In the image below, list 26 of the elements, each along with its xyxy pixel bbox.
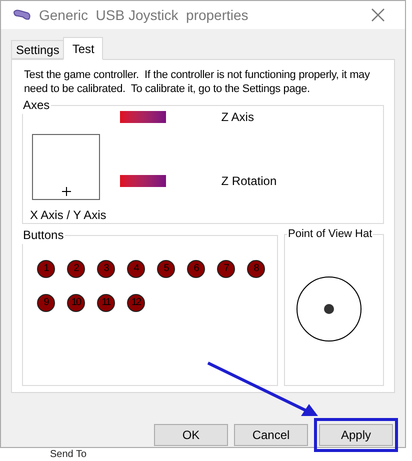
dialog-button[interactable]: Apply: [319, 424, 393, 446]
group-title: Point of View Hat: [287, 227, 374, 242]
axis-label: Z Rotation: [221, 173, 277, 190]
group-title: Axes: [22, 97, 51, 114]
button-indicator: 8: [247, 260, 265, 278]
button-indicator: 9: [37, 294, 55, 312]
dialog-button[interactable]: OK: [154, 424, 228, 446]
tab[interactable]: Test: [63, 37, 104, 60]
dialog-button[interactable]: Cancel: [234, 424, 308, 446]
group-title: Buttons: [22, 227, 65, 244]
background-label: Send To: [50, 449, 87, 460]
tab[interactable]: Settings: [11, 40, 64, 59]
button-indicator: 2: [67, 260, 85, 278]
button-indicator: 12: [127, 294, 145, 312]
axis-label: X Axis / Y Axis: [30, 207, 106, 224]
button-indicator: 11: [97, 294, 115, 312]
button-indicator: 4: [127, 260, 145, 278]
button-indicator: 1: [37, 260, 55, 278]
button-indicator: 7: [217, 260, 235, 278]
button-indicator: 5: [157, 260, 175, 278]
button-indicator: 6: [187, 260, 205, 278]
window-title: Generic USB Joystick properties: [39, 6, 250, 25]
button-indicator: 3: [97, 260, 115, 278]
axis-label: Z Axis: [221, 109, 254, 126]
instructions-text: Test the game controller. If the controller is not functioning properly, it may need to be calibrated. To calibrate it, go to the Settings page.: [23, 68, 371, 96]
button-indicator: 10: [67, 294, 85, 312]
